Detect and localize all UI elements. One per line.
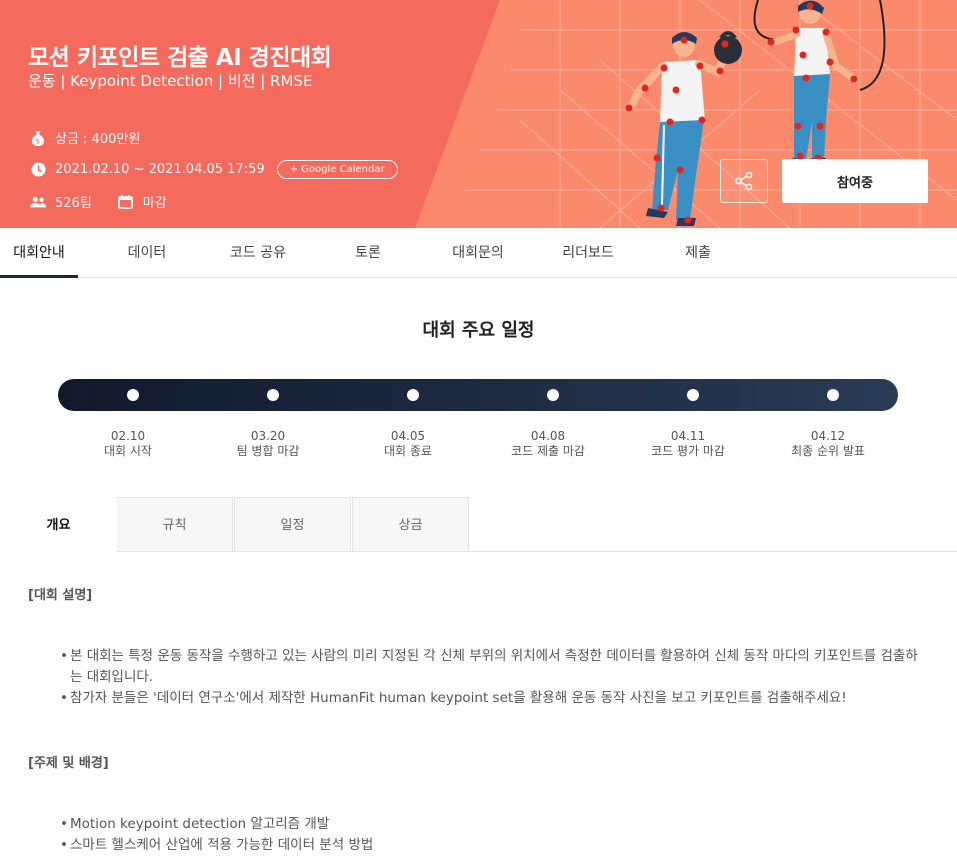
nav-item-code-share[interactable]: 코드 공유 <box>218 228 298 278</box>
event-label: 코드 평가 마감 <box>651 444 725 458</box>
schedule-timeline <box>58 379 898 411</box>
event-label: 대회 종료 <box>384 444 432 458</box>
timeline-dot <box>687 389 699 401</box>
google-calendar-button[interactable]: + Google Calendar <box>276 160 398 179</box>
timeline-dot <box>547 389 559 401</box>
event-date: 04.05 <box>390 429 426 443</box>
tab-overview[interactable]: 개요 <box>0 497 117 552</box>
background-list: Motion keypoint detection 알고리즘 개발 스마트 헬스… <box>60 814 930 856</box>
competition-nav: 대회안내 데이터 코드 공유 토론 대회문의 리더보드 제출 <box>0 228 957 278</box>
tab-schedule[interactable]: 일정 <box>234 497 351 552</box>
timeline-dot <box>407 389 419 401</box>
clock-icon <box>30 162 46 178</box>
event-label: 최종 순위 발표 <box>791 444 865 458</box>
nav-item-overview[interactable]: 대회안내 <box>0 228 78 278</box>
prize-info: $ 상금 : 400만원 <box>30 128 140 147</box>
competition-tags: 운동 | Keypoint Detection | 비전 | RMSE <box>28 72 313 90</box>
section-title-description: [대회 설명] <box>28 588 93 603</box>
team-count: 526팀 <box>55 196 92 211</box>
timeline-dot <box>267 389 279 401</box>
list-item: Motion keypoint detection 알고리즘 개발 <box>60 814 930 835</box>
timeline-dot <box>827 389 839 401</box>
event-label: 대회 시작 <box>104 444 152 458</box>
nav-item-data[interactable]: 데이터 <box>108 228 186 278</box>
competition-title: 모션 키포인트 검출 AI 경진대회 <box>28 45 332 71</box>
event-label: 코드 제출 마감 <box>511 444 585 458</box>
list-item: 스마트 헬스케어 산업에 적용 가능한 데이터 분석 방법 <box>60 835 930 856</box>
list-item: 본 대회는 특정 운동 동작을 수행하고 있는 사람의 미리 지정된 각 신체 … <box>60 646 930 688</box>
schedule-event: 04.11 코드 평가 마감 <box>618 429 758 459</box>
money-bag-icon: $ <box>30 130 46 146</box>
people-icon <box>30 194 46 210</box>
description-list: 본 대회는 특정 운동 동작을 수행하고 있는 사람의 미리 지정된 각 신체 … <box>60 646 930 709</box>
tab-rules[interactable]: 규칙 <box>116 497 233 552</box>
prize-text: 상금 : 400만원 <box>55 132 141 147</box>
period-text: 2021.02.10 ~ 2021.04.05 17:59 <box>55 162 265 177</box>
period-info: 2021.02.10 ~ 2021.04.05 17:59 + Google C… <box>30 160 398 179</box>
schedule-event: 02.10 대회 시작 <box>58 429 198 459</box>
schedule-event: 03.20 팀 병합 마감 <box>198 429 338 459</box>
share-button[interactable] <box>720 159 768 203</box>
list-item: 참가자 분들은 '데이터 연구소'에서 제작한 HumanFit human k… <box>60 688 930 709</box>
nav-item-inquiry[interactable]: 대회문의 <box>438 228 518 278</box>
event-date: 02.10 <box>110 429 146 443</box>
status-text: 마감 <box>142 196 167 211</box>
join-button[interactable]: 참여중 <box>782 159 928 203</box>
schedule-title: 대회 주요 일정 <box>422 320 535 341</box>
schedule-event: 04.08 코드 제출 마감 <box>478 429 618 459</box>
tab-prize[interactable]: 상금 <box>352 497 469 552</box>
schedule-event: 04.05 대회 종료 <box>338 429 478 459</box>
event-date: 04.12 <box>810 429 846 443</box>
nav-item-discussion[interactable]: 토론 <box>340 228 396 278</box>
status-info: 마감 <box>118 192 167 211</box>
info-tabs: 개요 규칙 일정 상금 <box>0 497 957 552</box>
competition-banner: 모션 키포인트 검출 AI 경진대회 운동 | Keypoint Detecti… <box>0 0 957 228</box>
timeline-dot <box>127 389 139 401</box>
event-label: 팀 병합 마감 <box>236 444 300 458</box>
event-date: 04.08 <box>530 429 566 443</box>
nav-item-submit[interactable]: 제출 <box>672 228 724 278</box>
event-date: 04.11 <box>670 429 706 443</box>
section-title-background: [주제 및 배경] <box>28 756 109 771</box>
svg-text:$: $ <box>36 137 40 145</box>
nav-item-leaderboard[interactable]: 리더보드 <box>548 228 628 278</box>
share-icon <box>735 171 753 191</box>
event-date: 03.20 <box>250 429 286 443</box>
team-info: 526팀 마감 <box>30 192 167 211</box>
calendar-icon <box>118 194 134 210</box>
schedule-event: 04.12 최종 순위 발표 <box>758 429 898 459</box>
